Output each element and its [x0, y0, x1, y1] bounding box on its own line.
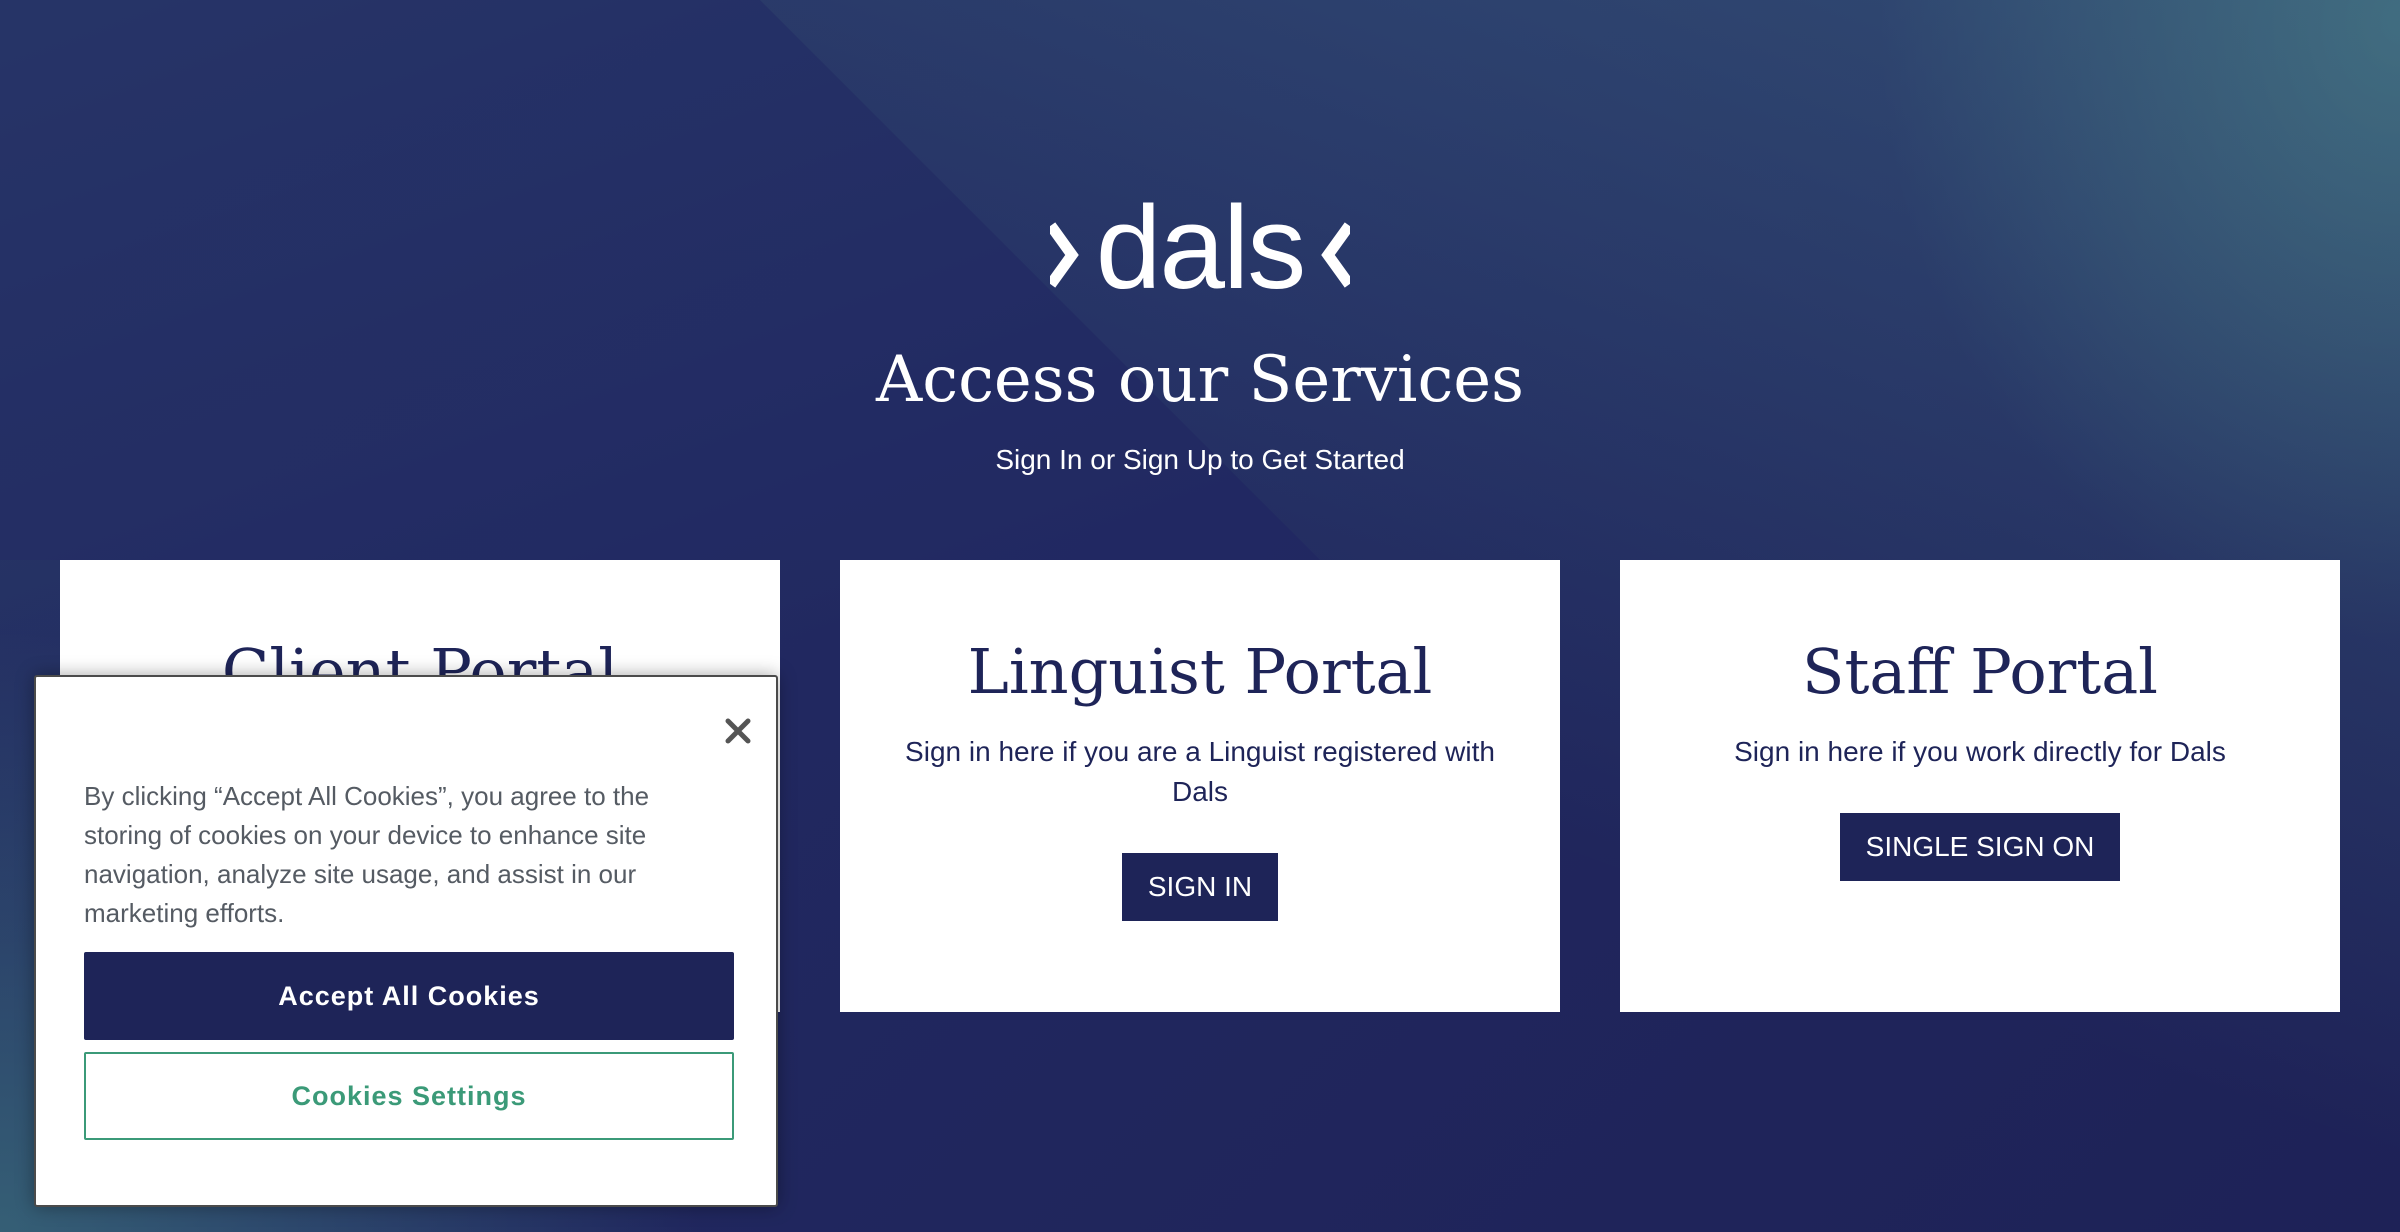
staff-portal-card: Staff Portal Sign in here if you work di… [1620, 560, 2340, 1012]
linguist-portal-card: Linguist Portal Sign in here if you are … [840, 560, 1560, 1012]
dals-logo: dals [1050, 195, 1350, 305]
accept-all-cookies-button[interactable]: Accept All Cookies [84, 952, 734, 1040]
cookies-settings-button[interactable]: Cookies Settings [84, 1052, 734, 1140]
linguist-sign-in-button[interactable]: SIGN IN [1122, 853, 1278, 921]
close-icon-glyph [725, 718, 751, 744]
linguist-portal-title: Linguist Portal [967, 635, 1433, 708]
cookie-consent-banner: By clicking “Accept All Cookies”, you ag… [34, 675, 778, 1207]
close-icon[interactable] [714, 707, 762, 755]
page-subtitle: Sign In or Sign Up to Get Started [995, 444, 1405, 475]
cookie-consent-text: By clicking “Accept All Cookies”, you ag… [84, 781, 650, 928]
page-title: Access our Services [876, 343, 1524, 417]
staff-portal-title: Staff Portal [1802, 635, 2158, 708]
linguist-portal-description: Sign in here if you are a Linguist regis… [905, 736, 1495, 807]
staff-single-sign-on-button[interactable]: SINGLE SIGN ON [1840, 813, 2120, 881]
staff-portal-description: Sign in here if you work directly for Da… [1734, 736, 2226, 767]
svg-text:dals: dals [1096, 195, 1304, 305]
